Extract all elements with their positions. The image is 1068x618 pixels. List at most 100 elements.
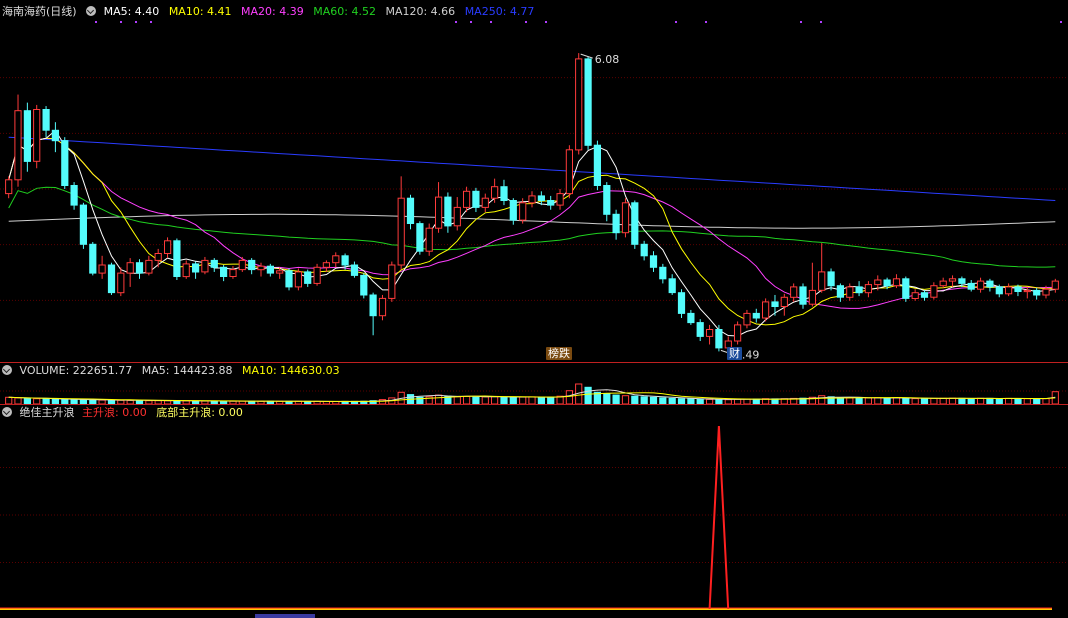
candle-down [612, 213, 620, 234]
candle-down [23, 110, 31, 162]
candle-up [182, 263, 190, 278]
ma250-line [8, 136, 1056, 201]
candle-up [491, 186, 499, 199]
candle-down [677, 292, 686, 314]
candle-down [220, 266, 228, 277]
candle-up [734, 324, 742, 342]
indicator-legend: 绝佳主升浪 主升浪: 0.00 底部主升浪: 0.00 [2, 405, 249, 421]
ma120-label: MA120: 4.66 [385, 5, 456, 18]
candle-down [649, 255, 658, 268]
volume-panel-toggle-icon[interactable] [2, 365, 12, 375]
candle-up [425, 227, 433, 252]
candle-down [986, 280, 994, 288]
candle-down [603, 185, 611, 215]
volume-label: VOLUME: 222651.77 [19, 364, 133, 377]
candle-down [631, 202, 639, 245]
signal-dot [675, 21, 677, 23]
signal-dot [525, 21, 527, 23]
candle-up [762, 301, 770, 319]
candle-down [593, 144, 601, 186]
candle-up [864, 284, 872, 294]
volume-bar [519, 396, 527, 405]
signal-dot [135, 21, 137, 23]
candle-down [266, 265, 274, 274]
ma250-label: MA250: 4.77 [464, 5, 535, 18]
bang-tag[interactable]: 榜跌 [546, 347, 572, 360]
volume-ma10-label: MA10: 144630.03 [241, 364, 340, 377]
candle-up [846, 286, 854, 298]
volume-bar [509, 396, 517, 405]
stock-chart-window: 6.08 3.49 海南海药(日线) MA5: 4.40 MA10: 4.41 M… [0, 0, 1068, 618]
candle-down [304, 271, 312, 284]
volume-bar [453, 396, 461, 405]
candle-down [547, 200, 555, 206]
candle-up [556, 193, 564, 206]
candle-down [350, 264, 359, 276]
ma10-line [8, 137, 1056, 326]
candle-up [790, 286, 798, 298]
candle-down [89, 243, 97, 274]
chart-canvas[interactable]: 6.083.49 [0, 0, 1068, 618]
ma10-label: MA10: 4.41 [168, 5, 232, 18]
candle-up [1042, 288, 1050, 296]
candle-up [453, 206, 461, 227]
candle-down [70, 185, 78, 206]
ma60-label: MA60: 4.52 [313, 5, 376, 18]
signal-dot [150, 21, 152, 23]
volume-bar [528, 396, 536, 405]
candle-up [117, 272, 125, 294]
indicator-spike [708, 425, 730, 610]
candle-up [164, 240, 172, 255]
cai-tag[interactable]: 财 [727, 347, 742, 360]
candle-up [977, 280, 985, 290]
volume-bar [565, 390, 573, 405]
ma20-label: MA20: 4.39 [241, 5, 304, 18]
volume-bar [472, 396, 480, 405]
candle-down [920, 292, 929, 298]
candle-down [995, 286, 1003, 295]
price-panel-toggle-icon[interactable] [86, 6, 97, 16]
candle-down [827, 271, 835, 287]
signal-dot [820, 21, 822, 23]
candle-down [285, 270, 293, 288]
signal-dot [95, 21, 97, 23]
ma5-line [8, 129, 1056, 337]
candle-up [126, 262, 134, 274]
candle-down [472, 190, 480, 208]
candle-down [416, 223, 424, 252]
candle-down [192, 263, 200, 273]
candle-down [715, 329, 723, 349]
volume-bar [631, 395, 639, 405]
ma5-label: MA5: 4.40 [103, 5, 160, 18]
candle-down [537, 195, 545, 201]
candle-up [892, 278, 901, 287]
candle-down [1014, 286, 1022, 292]
candle-down [500, 186, 508, 201]
candle-up [276, 270, 284, 274]
candle-down [687, 312, 695, 324]
candle-up [257, 265, 265, 271]
candle-up [33, 109, 41, 162]
candle-up [565, 149, 573, 195]
candle-down [42, 109, 50, 131]
candle-up [519, 202, 527, 221]
volume-bar [621, 395, 630, 405]
candle-down [958, 278, 966, 284]
volume-bar [612, 394, 620, 405]
candle-up [313, 266, 321, 284]
price-legend: 海南海药(日线) MA5: 4.40 MA10: 4.41 MA20: 4.39… [2, 4, 540, 20]
candle-up [621, 202, 630, 234]
candle-down [752, 312, 760, 319]
volume-bar [5, 396, 13, 405]
stock-name: 海南海药(日线) [2, 5, 77, 18]
candle-up [1005, 286, 1013, 295]
candle-up [238, 259, 246, 271]
indicator-panel-toggle-icon[interactable] [2, 407, 12, 417]
candle-down [61, 140, 69, 187]
volume-ma5-label: MA5: 144423.88 [141, 364, 233, 377]
candle-down [668, 278, 676, 294]
candle-down [369, 294, 377, 317]
volume-bar [481, 396, 489, 405]
volume-bar [584, 386, 592, 405]
signal-dot [470, 21, 472, 23]
